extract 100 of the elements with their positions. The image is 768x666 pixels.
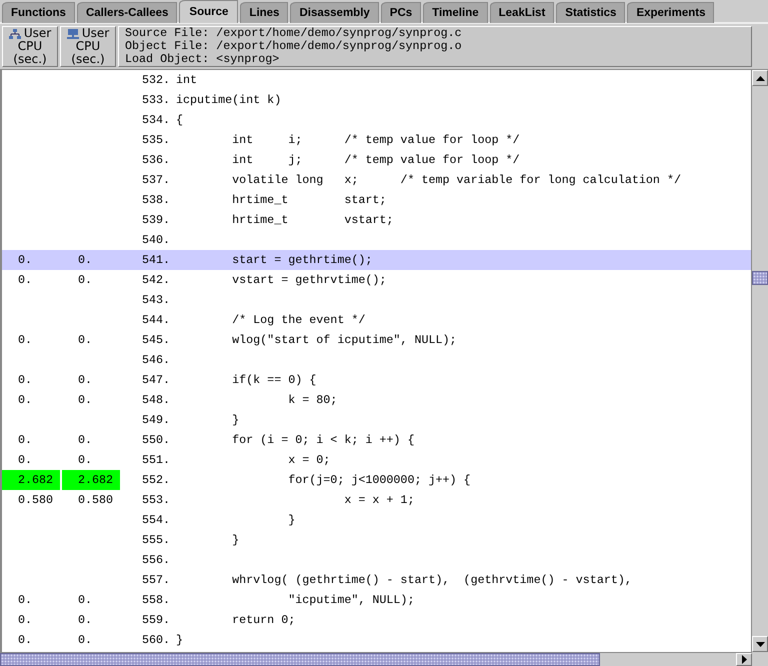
source-code: if(k == 0) {: [231, 372, 316, 389]
source-row[interactable]: 555. }: [2, 530, 751, 550]
source-row[interactable]: 0.580 0.580 553. x = x + 1;: [2, 490, 751, 510]
scroll-right-button[interactable]: [736, 653, 752, 666]
source-row[interactable]: 537. volatile long x; /* temp variable for long calculation */: [2, 170, 751, 190]
metric-cell-text: 0.: [77, 272, 94, 289]
source-code: start = gethrtime();: [231, 252, 372, 269]
line-number: 534.: [142, 112, 172, 129]
source-row[interactable]: 0. 0. 551. x = 0;: [2, 450, 751, 470]
column-header-button[interactable]: User CPU (sec.): [2, 26, 58, 67]
scroll-thumb[interactable]: [752, 271, 768, 285]
line-number: 549.: [142, 412, 172, 429]
line-number: 537.: [142, 172, 172, 189]
source-code: }: [287, 512, 296, 529]
source-row[interactable]: 0. 0. 542. vstart = gethrvtime();: [2, 270, 751, 290]
source-code: int j; /* temp value for loop */: [231, 152, 520, 169]
source-row[interactable]: 546.: [2, 350, 751, 370]
source-code: }: [176, 632, 184, 649]
tab[interactable]: Timeline: [423, 2, 488, 23]
line-number: 546.: [142, 352, 172, 369]
source-row[interactable]: 0. 0. 541. start = gethrtime();: [2, 250, 751, 270]
up-arrow-icon: [756, 76, 764, 80]
source-row[interactable]: 0. 0. 550. for (i = 0; i < k; i ++) {: [2, 430, 751, 450]
source-row[interactable]: 536. int j; /* temp value for loop */: [2, 150, 751, 170]
line-number: 533.: [142, 92, 172, 109]
source-row[interactable]: 540.: [2, 230, 751, 250]
hierarchy-icon: [8, 28, 21, 38]
scroll-thumb[interactable]: [0, 653, 600, 666]
source-row[interactable]: 535. int i; /* temp value for loop */: [2, 130, 751, 150]
source-code: int: [176, 72, 198, 89]
line-number: 558.: [142, 592, 172, 609]
line-number: 556.: [142, 552, 172, 569]
source-row[interactable]: 538. hrtime_t start;: [2, 190, 751, 210]
scroll-down-button[interactable]: [752, 636, 768, 652]
source-row[interactable]: 532. int: [2, 70, 751, 90]
source-row[interactable]: 554. }: [2, 510, 751, 530]
source-row[interactable]: 549. }: [2, 410, 751, 430]
source-code: return 0;: [231, 612, 296, 629]
source-row[interactable]: 0. 0. 560. }: [2, 630, 751, 650]
source-code: hrtime_t start;: [231, 192, 386, 209]
source-row[interactable]: 0. 0. 547. if(k == 0) {: [2, 370, 751, 390]
line-number: 552.: [142, 472, 172, 489]
tab[interactable]: Lines: [240, 2, 288, 23]
metric-cell-text: 0.580: [77, 492, 114, 509]
metric-cell-text: 0.: [77, 432, 94, 449]
scroll-up-button[interactable]: [752, 70, 768, 86]
source-row[interactable]: 556.: [2, 550, 751, 570]
column-header-button[interactable]: User CPU (sec.): [60, 26, 116, 67]
metric-cell: 2.682: [2, 470, 60, 490]
tab[interactable]: LeakList: [490, 2, 554, 23]
source-info-text: Source File: /export/home/demo/synprog/synprog.c: [125, 27, 463, 40]
tab[interactable]: PCs: [380, 2, 422, 23]
source-info-text: Object File: /export/home/demo/synprog/synprog.o: [125, 40, 463, 53]
metric-cell-text: 0.: [17, 392, 34, 409]
source-row[interactable]: 543.: [2, 290, 751, 310]
metric-cell-text: 0.: [17, 612, 34, 629]
source-code: }: [231, 532, 240, 549]
source-code: volatile long x; /* temp variable for long calculation */: [231, 172, 681, 189]
horizontal-scrollbar[interactable]: [0, 652, 752, 666]
metric-cell-text: 0.: [77, 252, 94, 269]
source-row[interactable]: 0. 0. 548. k = 80;: [2, 390, 751, 410]
source-code: icputime(int k): [176, 92, 282, 109]
source-code: for(j=0; j<1000000; j++) {: [287, 472, 471, 489]
source-code: int i; /* temp value for loop */: [231, 132, 520, 149]
source-info-text: Load Object: <synprog>: [125, 53, 280, 66]
metric-cell-text: 0.: [17, 452, 34, 469]
metric-cell-text: 0.: [17, 632, 34, 649]
tab[interactable]: Functions: [2, 2, 75, 23]
line-number: 541.: [142, 252, 172, 269]
tab[interactable]: Disassembly: [290, 2, 379, 23]
line-number: 550.: [142, 432, 172, 449]
source-row[interactable]: 544. /* Log the event */: [2, 310, 751, 330]
line-number: 548.: [142, 392, 172, 409]
vertical-scrollbar[interactable]: [751, 70, 768, 652]
metric-cell-text: 0.: [77, 632, 94, 649]
tab[interactable]: Callers-Callees: [76, 2, 178, 23]
source-row[interactable]: 539. hrtime_t vstart;: [2, 210, 751, 230]
line-number: 539.: [142, 212, 172, 229]
tab[interactable]: Source: [179, 0, 238, 23]
source-row[interactable]: 2.682 2.682 552. for(j=0; j<1000000; j++) {: [2, 470, 751, 490]
tab[interactable]: Statistics: [556, 2, 626, 23]
line-number: 545.: [142, 332, 172, 349]
source-row[interactable]: 0. 0. 545. wlog("start of icputime", NULL);: [2, 330, 751, 350]
source-row[interactable]: 533. icputime(int k): [2, 90, 751, 110]
tab[interactable]: Experiments: [627, 2, 714, 23]
down-arrow-icon: [756, 642, 764, 646]
source-row[interactable]: 0. 0. 558. "icputime", NULL);: [2, 590, 751, 610]
source-code: hrtime_t vstart;: [231, 212, 394, 229]
source-code: whrvlog( (gethrtime() - start), (gethrvtime() - vstart),: [231, 572, 632, 589]
line-number: 557.: [142, 572, 172, 589]
line-number: 559.: [142, 612, 172, 629]
line-number: 538.: [142, 192, 172, 209]
source-code: wlog("start of icputime", NULL);: [231, 332, 457, 349]
line-number: 535.: [142, 132, 172, 149]
line-number: 547.: [142, 372, 172, 389]
line-number: 542.: [142, 272, 172, 289]
source-row[interactable]: 557. whrvlog( (gethrtime() - start), (gethrvtime() - vstart),: [2, 570, 751, 590]
source-row[interactable]: 534. {: [2, 110, 751, 130]
source-row[interactable]: 0. 0. 559. return 0;: [2, 610, 751, 630]
metric-cell-text: 0.: [77, 592, 94, 609]
